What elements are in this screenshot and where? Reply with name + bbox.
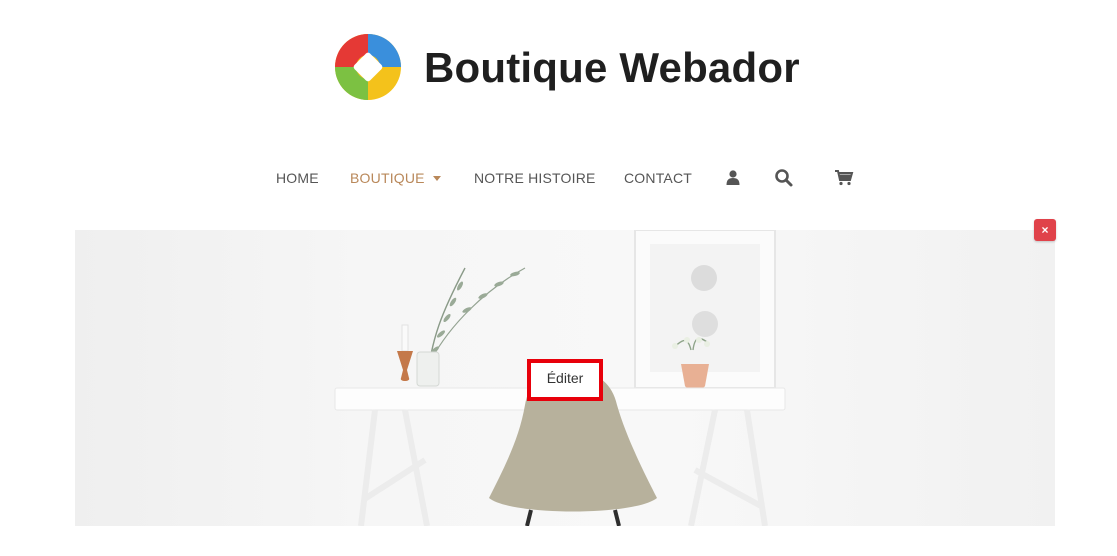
nav-item-notre-histoire[interactable]: NOTRE HISTOIRE bbox=[474, 170, 596, 186]
caret-down-icon bbox=[432, 175, 441, 181]
picture-frame-inner bbox=[650, 244, 760, 372]
edit-button[interactable]: Éditer bbox=[527, 359, 603, 401]
logo[interactable] bbox=[334, 33, 402, 101]
plant-vase bbox=[416, 267, 526, 387]
frame-circle-bottom bbox=[692, 311, 718, 337]
candle-holder bbox=[397, 324, 413, 381]
close-button[interactable]: × bbox=[1034, 219, 1056, 241]
chair-legs bbox=[525, 509, 621, 526]
search-icon[interactable] bbox=[774, 168, 794, 188]
main-nav: HOME BOUTIQUE NOTRE HISTOIRE CONTACT bbox=[0, 166, 1117, 192]
site-title[interactable]: Boutique Webador bbox=[424, 44, 800, 92]
site-header: Boutique Webador bbox=[0, 0, 1117, 140]
frame-circle-top bbox=[691, 265, 717, 291]
nav-item-contact[interactable]: CONTACT bbox=[624, 170, 692, 186]
user-icon[interactable] bbox=[724, 168, 744, 188]
nav-item-boutique[interactable]: BOUTIQUE bbox=[350, 170, 441, 186]
nav-item-home[interactable]: HOME bbox=[276, 170, 319, 186]
logo-icon bbox=[335, 34, 401, 100]
cart-icon[interactable] bbox=[834, 168, 854, 188]
nav-item-boutique-label: BOUTIQUE bbox=[350, 170, 425, 186]
